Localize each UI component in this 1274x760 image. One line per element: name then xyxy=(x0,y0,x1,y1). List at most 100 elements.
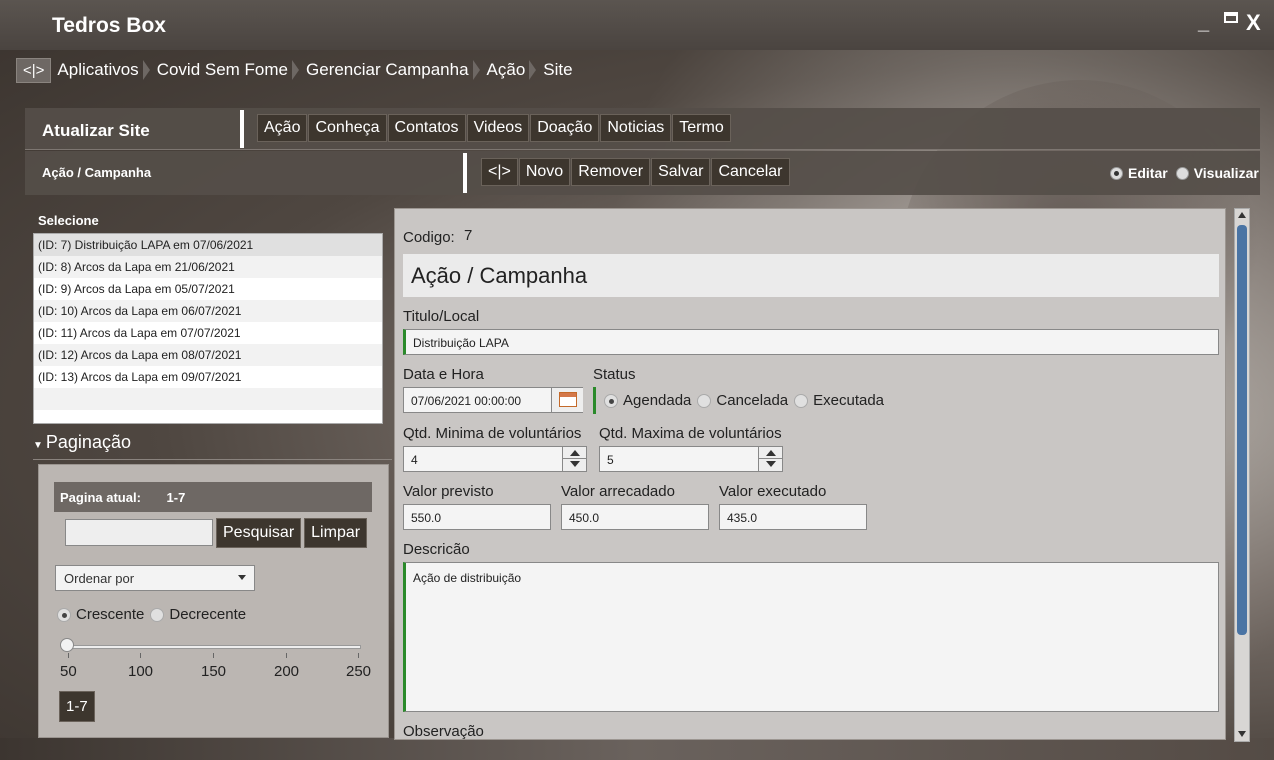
status-cancelada-radio[interactable] xyxy=(697,393,712,408)
minimize-button[interactable]: _ xyxy=(1198,12,1209,35)
list-item-empty xyxy=(34,388,382,410)
datahora-field[interactable]: 07/06/2021 00:00:00 xyxy=(403,387,583,413)
order-direction: Crescente Decrecente xyxy=(57,606,246,623)
current-page-value: 1-7 xyxy=(166,490,186,505)
toolbar: <|> Novo Remover Salvar Cancelar xyxy=(481,158,791,186)
sub-header-divider xyxy=(463,153,467,193)
tab-doacao[interactable]: Doação xyxy=(530,114,600,142)
decrecente-radio[interactable] xyxy=(150,607,165,622)
visualizar-radio[interactable] xyxy=(1175,166,1189,180)
maximize-button[interactable] xyxy=(1224,12,1238,23)
status-executada-radio[interactable] xyxy=(794,393,809,408)
tab-noticias[interactable]: Noticias xyxy=(600,114,672,142)
status-agendada-radio[interactable] xyxy=(604,393,618,408)
remover-button[interactable]: Remover xyxy=(571,158,651,186)
breadcrumb-separator xyxy=(142,58,153,82)
search-buttons: Pesquisar Limpar xyxy=(216,518,368,548)
breadcrumb-item-covid-sem-fome[interactable]: Covid Sem Fome xyxy=(157,60,288,80)
slider-tick xyxy=(68,653,69,658)
breadcrumb-item-aplicativos[interactable]: Aplicativos xyxy=(57,60,138,80)
qtd-max-label: Qtd. Maxima de voluntários xyxy=(599,425,782,442)
current-page-label: Pagina atual: xyxy=(60,490,141,505)
titulo-field[interactable]: Distribuição LAPA xyxy=(403,329,1219,355)
valor-arrecadado-field[interactable]: 450.0 xyxy=(561,504,709,530)
mode-selector: Editar Visualizar xyxy=(1110,165,1259,181)
page-size-slider-track[interactable] xyxy=(63,645,361,649)
form-scrollbar[interactable] xyxy=(1234,208,1250,742)
slider-label: 50 xyxy=(60,663,77,680)
cancelar-button[interactable]: Cancelar xyxy=(711,158,790,186)
breadcrumb-item-acao[interactable]: Ação xyxy=(487,60,526,80)
qtd-min-label: Qtd. Minima de voluntários xyxy=(403,425,582,442)
close-button[interactable]: X xyxy=(1246,10,1261,36)
pesquisar-button[interactable]: Pesquisar xyxy=(216,518,302,548)
page-size-slider-thumb[interactable] xyxy=(60,638,74,652)
list-item[interactable]: (ID: 9) Arcos da Lapa em 05/07/2021 xyxy=(34,278,382,300)
tab-videos[interactable]: Videos xyxy=(466,114,530,142)
list-label: Selecione xyxy=(38,213,99,228)
list-item[interactable]: (ID: 13) Arcos da Lapa em 09/07/2021 xyxy=(34,366,382,388)
toggle-button[interactable]: <|> xyxy=(481,158,518,186)
page-header: Atualizar Site Ação Conheça Contatos Vid… xyxy=(25,108,1260,150)
valor-previsto-field[interactable]: 550.0 xyxy=(403,504,551,530)
scroll-down-icon[interactable] xyxy=(1238,731,1246,737)
pagination-panel: Pagina atual: 1-7 Pesquisar Limpar Orden… xyxy=(38,464,389,738)
header-divider xyxy=(240,110,244,148)
editar-radio[interactable] xyxy=(1110,166,1123,180)
descricao-field[interactable]: Ação de distribuição xyxy=(403,562,1219,712)
breadcrumb-home-button[interactable]: <|> xyxy=(16,57,52,83)
scroll-up-icon[interactable] xyxy=(1238,212,1246,218)
valor-executado-field[interactable]: 435.0 xyxy=(719,504,867,530)
search-input[interactable] xyxy=(65,519,213,546)
tab-termo[interactable]: Termo xyxy=(672,114,731,142)
slider-tick xyxy=(140,653,141,658)
novo-button[interactable]: Novo xyxy=(518,158,571,186)
calendar-button[interactable] xyxy=(551,388,583,412)
crescente-label: Crescente xyxy=(76,606,145,623)
section-title: Ação / Campanha xyxy=(403,254,1219,297)
titulo-label: Titulo/Local xyxy=(403,308,480,325)
status-agendada-label: Agendada xyxy=(623,392,692,409)
breadcrumb-item-site[interactable]: Site xyxy=(543,60,572,80)
tab-contatos[interactable]: Contatos xyxy=(387,114,466,142)
page-range-button[interactable]: 1-7 xyxy=(59,691,95,722)
tab-acao[interactable]: Ação xyxy=(257,114,308,142)
visualizar-label: Visualizar xyxy=(1193,165,1259,181)
section-tabs: Ação Conheça Contatos Videos Doação Noti… xyxy=(257,114,732,142)
spinner-icon[interactable] xyxy=(562,447,587,471)
limpar-button[interactable]: Limpar xyxy=(304,518,368,548)
spinner-icon[interactable] xyxy=(758,447,783,471)
decrecente-label: Decrecente xyxy=(169,606,247,623)
valor-arrecadado-label: Valor arrecadado xyxy=(561,483,675,500)
valor-executado-label: Valor executado xyxy=(719,483,827,500)
status-executada-label: Executada xyxy=(813,392,885,409)
qtd-max-field[interactable]: 5 xyxy=(599,446,783,472)
order-select[interactable]: Ordenar por xyxy=(55,565,255,591)
pagination-toggle[interactable]: ▼ Paginação xyxy=(33,432,392,460)
breadcrumb-item-gerenciar-campanha[interactable]: Gerenciar Campanha xyxy=(306,60,469,80)
list-item[interactable]: (ID: 8) Arcos da Lapa em 21/06/2021 xyxy=(34,256,382,278)
tab-conheca[interactable]: Conheça xyxy=(308,114,387,142)
title-bar: Tedros Box _ X xyxy=(0,0,1274,50)
crescente-radio[interactable] xyxy=(57,607,71,622)
expand-triangle-icon: ▼ xyxy=(33,440,43,451)
chevron-down-icon xyxy=(238,575,246,580)
calendar-icon xyxy=(559,392,577,407)
descricao-label: Descricão xyxy=(403,541,470,558)
slider-tick xyxy=(213,653,214,658)
campaign-list[interactable]: (ID: 7) Distribuição LAPA em 07/06/2021 … xyxy=(33,233,383,424)
qtd-min-value: 4 xyxy=(411,453,418,467)
salvar-button[interactable]: Salvar xyxy=(651,158,711,186)
breadcrumb-separator xyxy=(472,58,483,82)
status-options: Agendada Cancelada Executada xyxy=(593,387,884,414)
slider-label: 250 xyxy=(346,663,372,680)
list-item[interactable]: (ID: 10) Arcos da Lapa em 06/07/2021 xyxy=(34,300,382,322)
breadcrumb-separator xyxy=(529,58,539,82)
list-item[interactable]: (ID: 7) Distribuição LAPA em 07/06/2021 xyxy=(34,234,382,256)
app-title: Tedros Box xyxy=(52,14,166,37)
qtd-min-field[interactable]: 4 xyxy=(403,446,587,472)
list-item[interactable]: (ID: 12) Arcos da Lapa em 08/07/2021 xyxy=(34,344,382,366)
scrollbar-thumb[interactable] xyxy=(1237,225,1247,635)
list-item[interactable]: (ID: 11) Arcos da Lapa em 07/07/2021 xyxy=(34,322,382,344)
current-page-bar: Pagina atual: 1-7 xyxy=(54,482,372,512)
